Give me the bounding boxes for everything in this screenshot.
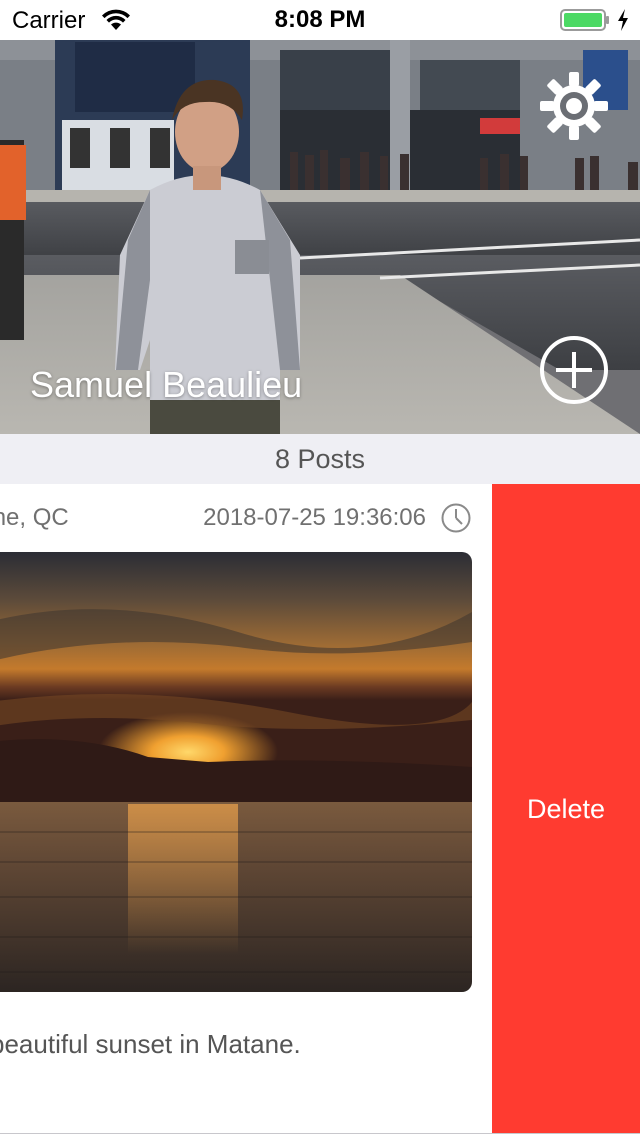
post-location: onne, QC: [0, 504, 69, 531]
sunset-photo: [0, 552, 472, 992]
post-caption: beautiful sunset in Matane.: [0, 1029, 301, 1059]
post-cell[interactable]: onne, QC 2018-07-25 19:36:06: [0, 484, 492, 1134]
cell-divider: [0, 1133, 640, 1134]
add-post-button[interactable]: [538, 334, 610, 406]
battery-icon: [560, 9, 610, 31]
profile-header: Samuel Beaulieu: [0, 40, 640, 434]
clock-time: 8:08 PM: [274, 6, 366, 33]
settings-button[interactable]: [538, 70, 610, 142]
status-bar: Carrier 8:08 PM: [0, 0, 640, 40]
plus-circle-icon: [540, 336, 608, 404]
charging-icon: [616, 8, 630, 37]
post-photo[interactable]: [0, 552, 472, 992]
clock-icon: [441, 503, 471, 533]
posts-count-header: 8 Posts: [0, 434, 640, 484]
post-datetime: 2018-07-25 19:36:06: [203, 504, 426, 531]
delete-button[interactable]: Delete: [492, 484, 640, 1134]
gear-icon: [540, 72, 608, 140]
profile-name: Samuel Beaulieu: [30, 364, 303, 405]
profile-screen: Carrier 8:08 PM Samuel Beaulieu 8 Posts …: [0, 0, 640, 1136]
delete-label: Delete: [526, 793, 606, 824]
